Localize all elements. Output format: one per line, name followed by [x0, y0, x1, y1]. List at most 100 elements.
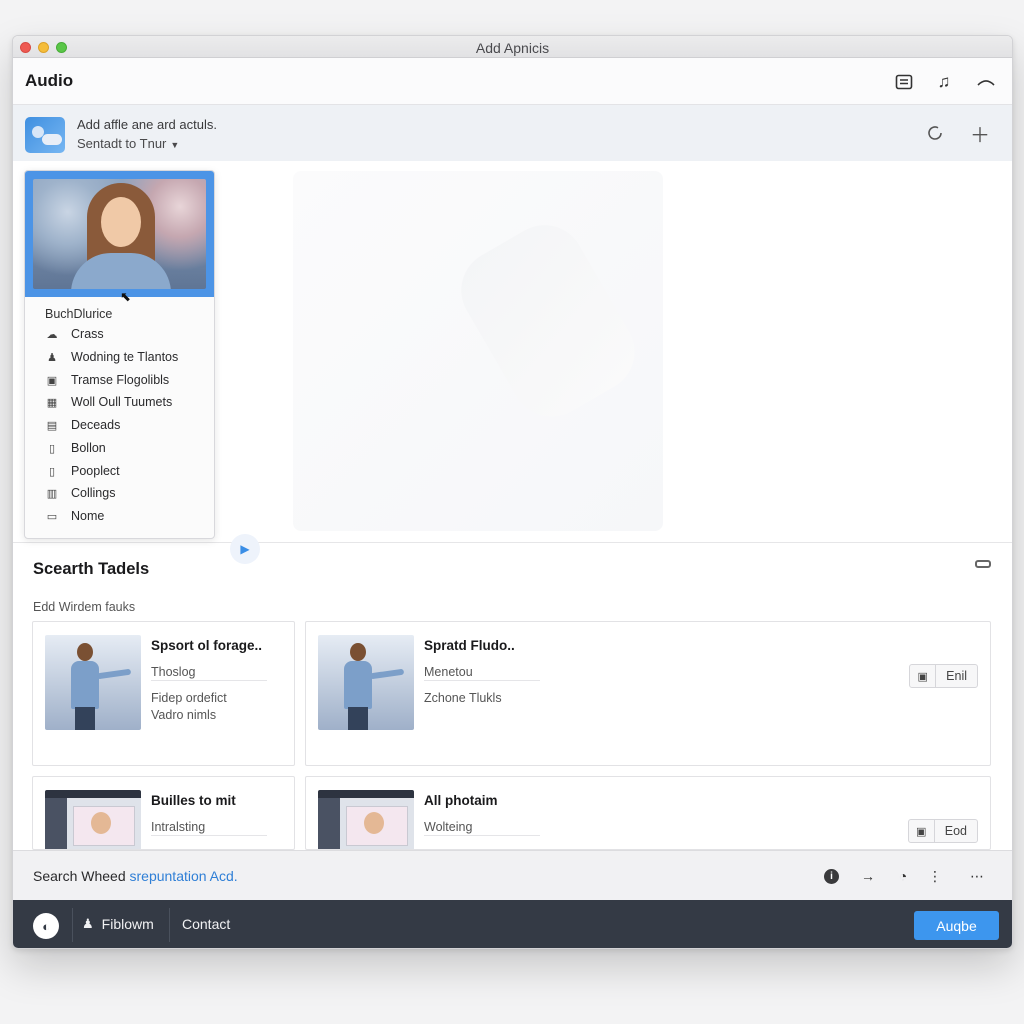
chevron-up-icon[interactable] [975, 71, 997, 93]
divider [151, 835, 267, 836]
card-title: Spsort ol forage.. [151, 638, 263, 653]
more-horizontal-icon[interactable]: ⋯ [965, 866, 989, 886]
edit-button[interactable]: ▣ Enil [909, 664, 978, 688]
account-avatar[interactable] [25, 117, 65, 153]
play-button[interactable]: ▶ [230, 534, 260, 564]
file-icon: ▯ [48, 465, 56, 478]
screen-thumbnail [318, 790, 414, 849]
primary-button[interactable]: Auqbe [914, 911, 999, 940]
account-selector[interactable]: Sentadt to Tnur ▼ [77, 136, 179, 151]
card-title: Spratd Fludo.. [424, 638, 515, 653]
card-subtitle: Thoslog [151, 665, 196, 679]
nav-item-label: Fiblowm [101, 916, 154, 932]
account-description: Add affle ane ard actuls. [77, 117, 217, 132]
more-vertical-icon[interactable]: ⋮ [925, 866, 945, 886]
search-text: Search Wheed srepuntation Acd. [33, 868, 238, 884]
menu-item[interactable]: ▦ Woll Oull Tuumets [45, 392, 172, 412]
account-selector-label: Sentadt to Tnur [77, 136, 167, 151]
menu-item[interactable]: ▤ Deceads [45, 415, 121, 435]
menu-item-label: Bollon [71, 441, 106, 455]
profile-photo [33, 179, 206, 289]
nav-item-profile[interactable]: ♟ Fiblowm [82, 916, 154, 932]
person-icon: ♟ [82, 916, 94, 931]
card-subtitle: Menetou [424, 665, 473, 679]
card-title: All photaim [424, 793, 498, 808]
search-link[interactable]: srepuntation Acd. [130, 868, 238, 884]
edit-button[interactable]: ▣ Eod [907, 819, 978, 843]
divider [151, 680, 267, 681]
dropdown-heading: BuchDlurice [45, 307, 113, 321]
card-detail: Fidep ordefict [151, 691, 227, 705]
window-title: Add Apnicis [475, 40, 550, 56]
menu-item[interactable]: ▭ Nome [45, 506, 105, 526]
app-window: Add Apnicis Audio ♫ Add affle ane ard ac… [12, 35, 1013, 949]
timer-icon[interactable]: ◔ [893, 866, 913, 886]
menu-item-label: Woll Oull Tuumets [71, 395, 173, 409]
card-detail: Zchone Tlukls [424, 691, 502, 705]
page-title: Audio [25, 71, 74, 90]
arrow-right-icon[interactable]: → [858, 866, 878, 886]
main-content: ⬉ BuchDlurice ☁ Crass ♟ Wodning te Tlantos… [13, 161, 1012, 564]
presenter-thumbnail [318, 635, 414, 730]
refresh-icon[interactable] [923, 121, 947, 145]
divider [424, 835, 540, 836]
section-title: Scearth Tadels [33, 560, 150, 578]
menu-item[interactable]: ▯ Pooplect [45, 461, 120, 481]
menu-item-label: Crass [71, 327, 104, 341]
collapse-icon[interactable] [975, 560, 991, 568]
cloud-icon: ☁ [46, 328, 58, 341]
calendar-icon: ▦ [46, 396, 58, 409]
cloud-icon [42, 134, 62, 145]
menu-item[interactable]: ☁ Crass [45, 324, 104, 344]
search-bar: Search Wheed srepuntation Acd. i → ◔ ⋮ ⋯ [13, 850, 1012, 900]
menu-item[interactable]: ▯ Bollon [45, 438, 106, 458]
menu-item-label: Deceads [71, 418, 121, 432]
document-icon: ▤ [46, 419, 58, 432]
edit-button-label: Eod [944, 824, 967, 838]
menu-item-label: Wodning te Tlantos [71, 350, 179, 364]
divider [424, 680, 540, 681]
divider [169, 908, 170, 942]
card-title: Builles to mit [151, 793, 236, 808]
menu-item[interactable]: ♟ Wodning te Tlantos [45, 347, 178, 367]
selected-photo-frame[interactable] [25, 171, 214, 297]
screen-thumbnail [45, 790, 141, 849]
logo-icon[interactable]: ◐ [33, 913, 59, 939]
pointer-cursor-icon: ⬉ [120, 289, 131, 304]
bottom-nav: ◐ ♟ Fiblowm Contact Auqbe [13, 900, 1012, 948]
title-bar: Add Apnicis [13, 36, 1012, 58]
document-icon: ▥ [46, 487, 58, 500]
info-icon[interactable]: i [824, 869, 839, 884]
account-bar: Add affle ane ard actuls. Sentadt to Tnu… [13, 105, 1012, 161]
nav-item-label: Contact [182, 916, 231, 932]
dropdown-menu: ⬉ BuchDlurice ☁ Crass ♟ Wodning te Tlantos… [24, 170, 215, 539]
menu-item[interactable]: ▥ Collings [45, 483, 116, 503]
play-icon: ▶ [240, 542, 250, 556]
menu-item-label: Collings [71, 486, 116, 500]
header: Audio ♫ [13, 58, 1012, 105]
music-note-icon[interactable]: ♫ [933, 71, 955, 93]
menu-item[interactable]: ▣ Tramse Flogolibls [45, 370, 169, 390]
edit-button-label: Enil [946, 669, 967, 683]
template-card[interactable]: All photaim Wolteing ▣ Eod [305, 776, 991, 850]
nav-item-contact[interactable]: Contact [182, 916, 230, 932]
template-card[interactable]: Spratd Fludo.. Menetou Zchone Tlukls ▣ En… [305, 621, 991, 766]
monitor-icon: ▭ [46, 510, 58, 523]
card-detail: Vadro nimls [151, 708, 217, 722]
inbox-icon[interactable] [893, 71, 915, 93]
menu-item-label: Pooplect [71, 464, 120, 478]
card-subtitle: Wolteing [424, 820, 473, 834]
template-card[interactable]: Builles to mit Intralsting [32, 776, 295, 850]
edit-icon: ▣ [910, 665, 937, 687]
caret-down-icon: ▼ [170, 140, 180, 150]
template-card[interactable]: Spsort ol forage.. Thoslog Fidep ordefic… [32, 621, 295, 766]
search-label: Search Wheed [33, 868, 126, 884]
card-subtitle: Intralsting [151, 820, 206, 834]
plus-icon[interactable]: ＋ [968, 121, 992, 147]
divider [72, 908, 73, 942]
menu-item-label: Nome [71, 509, 105, 523]
presenter-thumbnail [45, 635, 141, 730]
file-icon: ▯ [48, 442, 56, 455]
person-icon: ♟ [47, 351, 57, 364]
edit-icon: ▣ [909, 820, 935, 842]
